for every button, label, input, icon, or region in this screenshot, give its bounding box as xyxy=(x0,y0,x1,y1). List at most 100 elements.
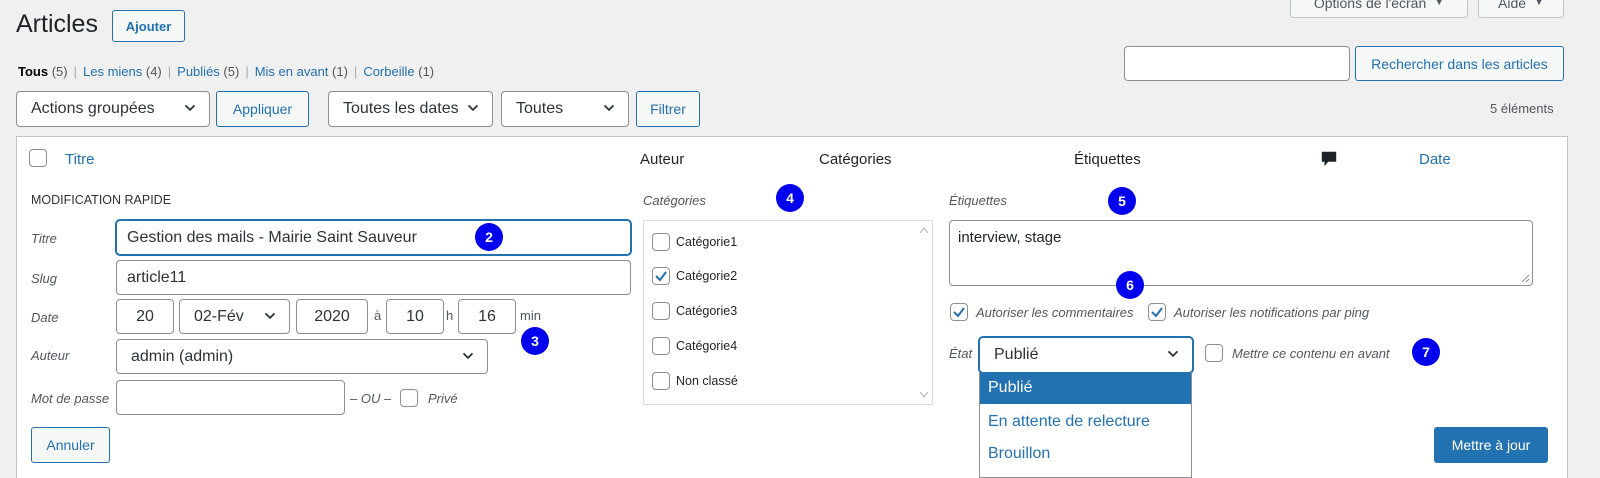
filter-trash[interactable]: Corbeille xyxy=(363,64,414,79)
category-name: Non classé xyxy=(676,374,738,388)
day-input[interactable]: 20 xyxy=(116,299,174,334)
categories-checklist[interactable]: Catégorie1 Catégorie2 Catégorie3 Catégor… xyxy=(643,220,933,405)
cancel-button[interactable]: Annuler xyxy=(31,427,110,463)
filter-published-count: (5) xyxy=(223,64,240,79)
month-value: 02-Fév xyxy=(194,307,244,325)
filter-sticky-count: (1) xyxy=(332,64,348,79)
category-item[interactable]: Catégorie1 xyxy=(652,233,737,251)
chevron-down-icon xyxy=(603,104,615,112)
category-name: Catégorie2 xyxy=(676,269,738,283)
comment-bubble-icon[interactable] xyxy=(1320,150,1338,168)
slug-value: article11 xyxy=(127,268,187,286)
resize-handle-icon[interactable] xyxy=(1520,273,1530,283)
annotation-badge: 3 xyxy=(521,327,549,355)
minute-input[interactable]: 16 xyxy=(458,299,516,334)
hour-input[interactable]: 10 xyxy=(386,299,444,334)
title-input[interactable]: Gestion des mails - Mairie Saint Sauveur xyxy=(116,220,631,255)
status-dropdown-list: Publié En attente de relecture Brouillon xyxy=(979,372,1192,478)
private-checkbox[interactable] xyxy=(400,389,418,407)
posts-table-header: Titre Auteur Catégories Étiquettes Date xyxy=(16,136,1568,180)
category-checkbox[interactable] xyxy=(652,302,670,320)
category-name: Catégorie1 xyxy=(676,235,738,249)
year-input[interactable]: 2020 xyxy=(296,299,368,334)
chevron-down-icon xyxy=(184,104,196,112)
filter-separator: | xyxy=(167,64,172,79)
category-checkbox[interactable] xyxy=(652,337,670,355)
category-checkbox-checked[interactable] xyxy=(652,267,670,285)
chevron-down-icon xyxy=(462,352,474,359)
scroll-down-icon[interactable] xyxy=(920,392,928,398)
annotation-badge: 6 xyxy=(1116,271,1144,299)
filter-separator: | xyxy=(73,64,77,79)
sticky-checkbox[interactable] xyxy=(1205,344,1223,362)
filter-mine[interactable]: Les miens xyxy=(83,64,142,79)
status-option[interactable]: Publié xyxy=(980,372,1191,404)
category-filter-select[interactable]: Toutes xyxy=(501,91,629,127)
column-date[interactable]: Date xyxy=(1419,151,1451,168)
status-select[interactable]: Publié xyxy=(979,337,1193,373)
help-button[interactable]: Aide ▼ xyxy=(1478,0,1564,18)
bulk-actions-value: Actions groupées xyxy=(31,100,155,117)
chevron-down-icon xyxy=(1167,350,1179,358)
slug-input[interactable]: article11 xyxy=(116,260,631,295)
filter-separator: | xyxy=(353,64,358,79)
filter-button[interactable]: Filtrer xyxy=(636,91,700,127)
status-label: État xyxy=(949,346,973,361)
categories-label: Catégories xyxy=(643,193,706,208)
password-label: Mot de passe xyxy=(31,391,110,406)
status-option[interactable]: En attente de relecture xyxy=(980,406,1191,438)
password-input[interactable] xyxy=(116,380,345,415)
filter-separator: | xyxy=(245,64,249,79)
title-label: Titre xyxy=(31,231,57,246)
help-label: Aide xyxy=(1498,0,1527,11)
filter-sticky[interactable]: Mis en avant xyxy=(255,64,329,79)
hour-suffix: h xyxy=(446,308,454,323)
private-label: Privé xyxy=(428,391,458,406)
caret-down-icon: ▼ xyxy=(1534,0,1544,8)
category-item[interactable]: Non classé xyxy=(652,372,738,390)
add-new-button[interactable]: Ajouter xyxy=(112,10,185,42)
date-label: Date xyxy=(31,310,59,325)
category-item[interactable]: Catégorie4 xyxy=(652,337,737,355)
apply-button[interactable]: Appliquer xyxy=(216,91,309,127)
item-count: 5 éléments xyxy=(1490,101,1554,116)
update-button[interactable]: Mettre à jour xyxy=(1434,427,1548,463)
category-item[interactable]: Catégorie2 xyxy=(652,267,737,285)
filter-mine-count: (4) xyxy=(145,64,162,79)
title-value: Gestion des mails - Mairie Saint Sauveur xyxy=(127,228,417,246)
filter-trash-count: (1) xyxy=(418,64,435,79)
minute-suffix: min xyxy=(520,308,541,323)
slug-label: Slug xyxy=(31,271,58,286)
column-tags: Étiquettes xyxy=(1074,151,1141,168)
author-label: Auteur xyxy=(31,348,70,363)
allow-pings-checkbox[interactable] xyxy=(1148,303,1166,321)
bulk-actions-select[interactable]: Actions groupées xyxy=(16,91,210,127)
select-all-checkbox[interactable] xyxy=(29,149,47,167)
at-label: à xyxy=(374,308,382,323)
checkmark-icon xyxy=(655,271,667,282)
allow-comments-checkbox[interactable] xyxy=(950,303,968,321)
tags-label: Étiquettes xyxy=(949,193,1007,208)
category-checkbox[interactable] xyxy=(652,372,670,390)
category-filter-value: Toutes xyxy=(516,100,564,117)
screen-options-button[interactable]: Options de l'écran ▼ xyxy=(1290,0,1468,18)
allow-pings-label: Autoriser les notifications par ping xyxy=(1174,305,1370,320)
month-select[interactable]: 02-Fév xyxy=(179,299,290,334)
annotation-badge: 2 xyxy=(475,223,503,251)
column-title[interactable]: Titre xyxy=(65,151,94,168)
tags-textarea[interactable]: interview, stage xyxy=(949,220,1533,286)
search-button[interactable]: Rechercher dans les articles xyxy=(1355,46,1564,81)
date-filter-select[interactable]: Toutes les dates xyxy=(328,91,493,127)
checkmark-icon xyxy=(1151,307,1163,318)
status-option[interactable]: Brouillon xyxy=(980,438,1191,470)
scrollbar[interactable] xyxy=(916,221,932,404)
search-input[interactable] xyxy=(1124,46,1350,81)
author-select[interactable]: admin (admin) xyxy=(116,339,488,374)
category-checkbox[interactable] xyxy=(652,233,670,251)
column-categories: Catégories xyxy=(819,151,892,168)
filter-all[interactable]: Tous xyxy=(18,64,48,79)
scroll-up-icon[interactable] xyxy=(920,227,928,233)
category-item[interactable]: Catégorie3 xyxy=(652,302,737,320)
filter-published[interactable]: Publiés xyxy=(177,64,220,79)
checkmark-icon xyxy=(953,307,965,318)
